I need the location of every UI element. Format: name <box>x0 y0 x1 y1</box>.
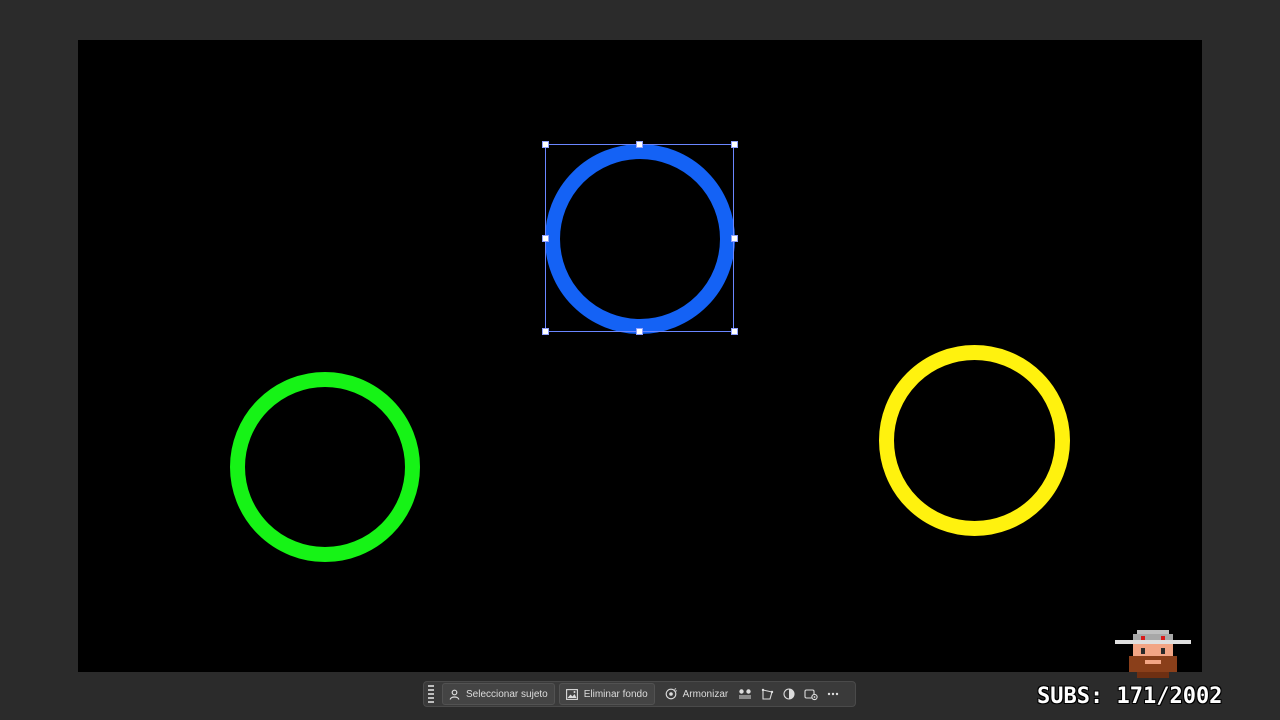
harmonize-button[interactable]: Armonizar <box>659 684 735 704</box>
select-subject-label: Seleccionar sujeto <box>466 688 548 700</box>
handle-bottom-right[interactable] <box>731 328 738 335</box>
selection-bounding-box <box>545 144 734 332</box>
handle-middle-left[interactable] <box>542 235 549 242</box>
harmonize-label: Armonizar <box>682 688 729 700</box>
subscriber-counter: SUBS: 171/2002 <box>1037 684 1223 709</box>
more-icon[interactable] <box>822 684 844 704</box>
adjust-icon[interactable] <box>734 684 756 704</box>
select-subject-button[interactable]: Seleccionar sujeto <box>442 683 555 705</box>
circle-green[interactable] <box>230 372 420 562</box>
contrast-icon[interactable] <box>778 684 800 704</box>
app-window: Seleccionar sujeto Eliminar fondo Armoni… <box>0 0 1280 720</box>
remove-background-label: Eliminar fondo <box>583 688 648 700</box>
contextual-taskbar: Seleccionar sujeto Eliminar fondo Armoni… <box>423 681 856 707</box>
handle-top-right[interactable] <box>731 141 738 148</box>
handle-top-left[interactable] <box>542 141 549 148</box>
handle-middle-right[interactable] <box>731 235 738 242</box>
settings-icon[interactable] <box>800 684 822 704</box>
image-icon <box>565 688 578 700</box>
drag-grip-icon[interactable] <box>428 685 434 703</box>
person-icon <box>449 689 460 700</box>
remove-background-button[interactable]: Eliminar fondo <box>558 683 655 705</box>
mascot-avatar-icon <box>1115 630 1191 678</box>
handle-bottom-left[interactable] <box>542 328 549 335</box>
handle-bottom-center[interactable] <box>636 328 643 335</box>
document-canvas[interactable] <box>78 40 1202 672</box>
handle-top-center[interactable] <box>636 141 643 148</box>
harmonize-icon <box>665 688 677 700</box>
transform-icon[interactable] <box>756 684 778 704</box>
circle-yellow[interactable] <box>879 345 1070 536</box>
